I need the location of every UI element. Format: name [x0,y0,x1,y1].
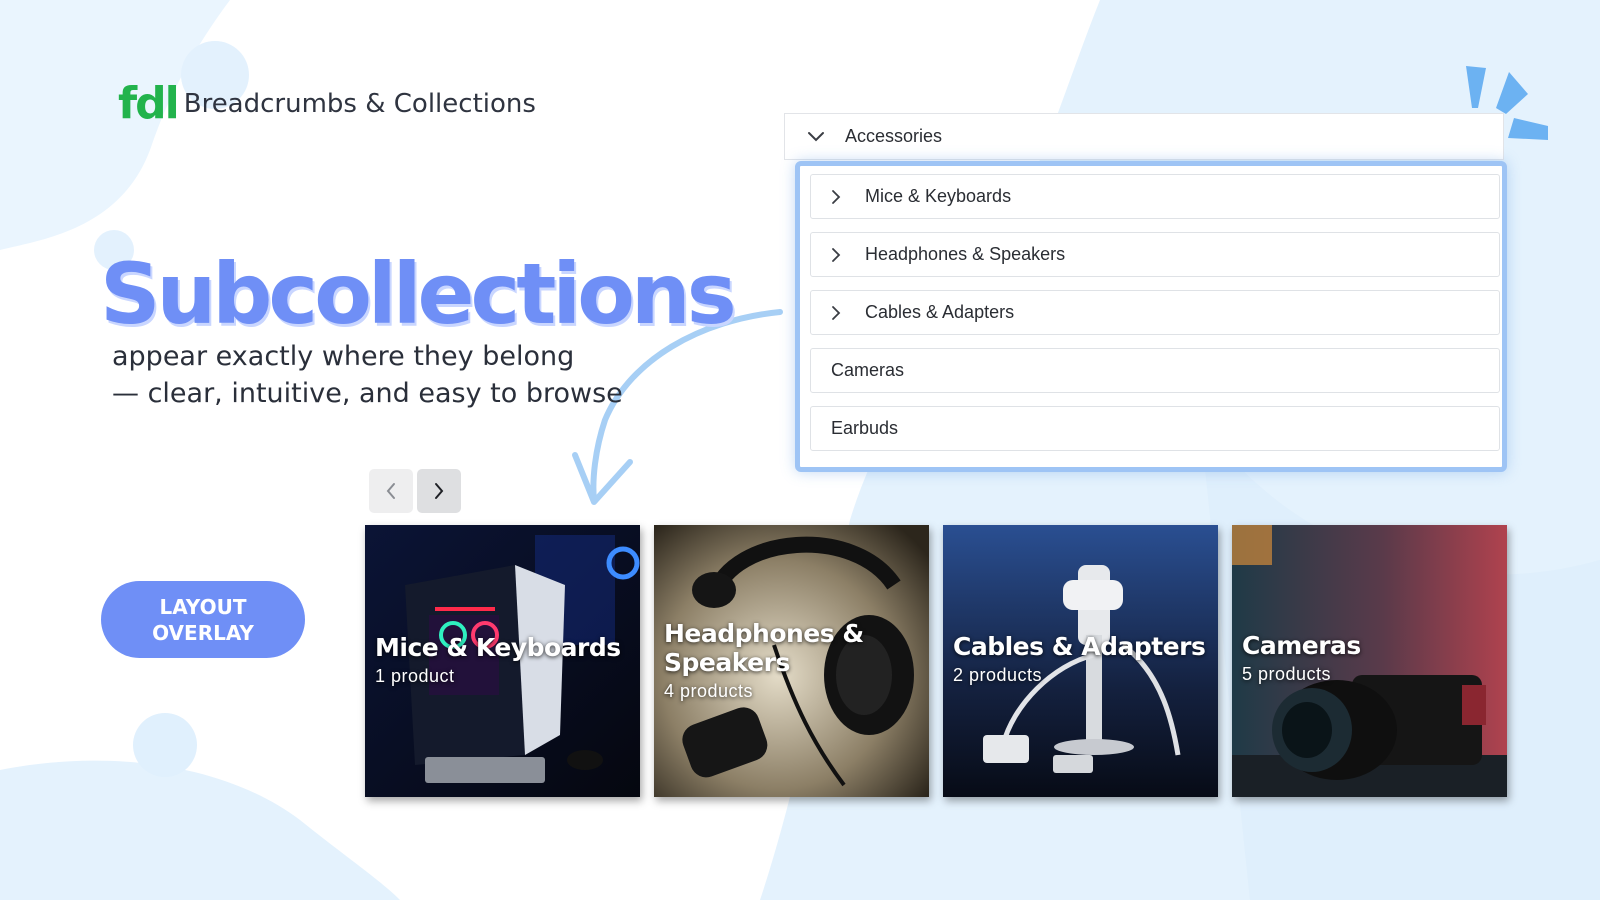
tree-item-earbuds[interactable]: Earbuds [810,406,1500,451]
collection-card-headphones-speakers[interactable]: Headphones & Speakers 4 products [654,525,929,797]
collection-card-mice-keyboards[interactable]: Mice & Keyboards 1 product [365,525,640,797]
brand-title: Breadcrumbs & Collections [183,89,536,119]
card-caption: Mice & Keyboards 1 product [375,633,634,688]
card-count: 4 products [664,681,754,701]
chevron-left-icon [386,483,395,499]
card-title: Cameras [1242,631,1361,660]
card-title: Cables & Adapters [953,632,1206,661]
chevron-right-icon[interactable] [831,189,845,205]
card-caption: Cables & Adapters 2 products [953,632,1212,687]
tree-parent-label: Accessories [845,126,943,146]
carousel-next-button[interactable] [417,469,461,513]
card-caption: Headphones & Speakers 4 products [664,619,923,703]
tree-item-label: Headphones & Speakers [865,244,1066,264]
tree-item-mice-keyboards[interactable]: Mice & Keyboards [810,174,1500,219]
carousel-prev-button[interactable] [369,469,413,513]
tree-item-label: Cameras [831,360,905,380]
card-count: 2 products [953,665,1043,685]
hero-subline-line-1: appear exactly where they belong [112,341,575,372]
card-caption: Cameras 5 products [1242,631,1501,686]
fdl-logo: fdl [118,78,180,129]
chevron-right-icon [435,483,444,499]
chevron-right-icon[interactable] [831,305,845,321]
layout-badge-line-2: OVERLAY [152,620,254,645]
layout-overlay-badge[interactable]: LAYOUT OVERLAY [101,581,305,658]
card-title: Mice & Keyboards [375,633,621,662]
hero-headline: Subcollections [100,245,737,343]
subcollection-list: Mice & Keyboards Headphones & Speakers C… [795,161,1507,472]
chevron-down-icon[interactable] [807,131,829,143]
tree-item-cables-adapters[interactable]: Cables & Adapters [810,290,1500,335]
tree-item-cameras[interactable]: Cameras [810,348,1500,393]
card-count: 5 products [1242,664,1332,684]
tree-parent-accessories[interactable]: Accessories [784,113,1504,160]
hero-subline: appear exactly where they belong — clear… [112,338,623,412]
tree-item-label: Cables & Adapters [865,302,1015,322]
collection-card-cables-adapters[interactable]: Cables & Adapters 2 products [943,525,1218,797]
hero-subline-line-2: — clear, intuitive, and easy to browse [112,378,623,409]
tree-item-label: Earbuds [831,418,899,438]
chevron-right-icon[interactable] [831,247,845,263]
card-count: 1 product [375,666,455,686]
layout-badge-line-1: LAYOUT [159,594,247,619]
tree-item-headphones-speakers[interactable]: Headphones & Speakers [810,232,1500,277]
brand-header: fdl Breadcrumbs & Collections [118,82,536,126]
card-title: Headphones & Speakers [664,619,864,677]
tree-item-label: Mice & Keyboards [865,186,1012,206]
collection-card-cameras[interactable]: Cameras 5 products [1232,525,1507,797]
